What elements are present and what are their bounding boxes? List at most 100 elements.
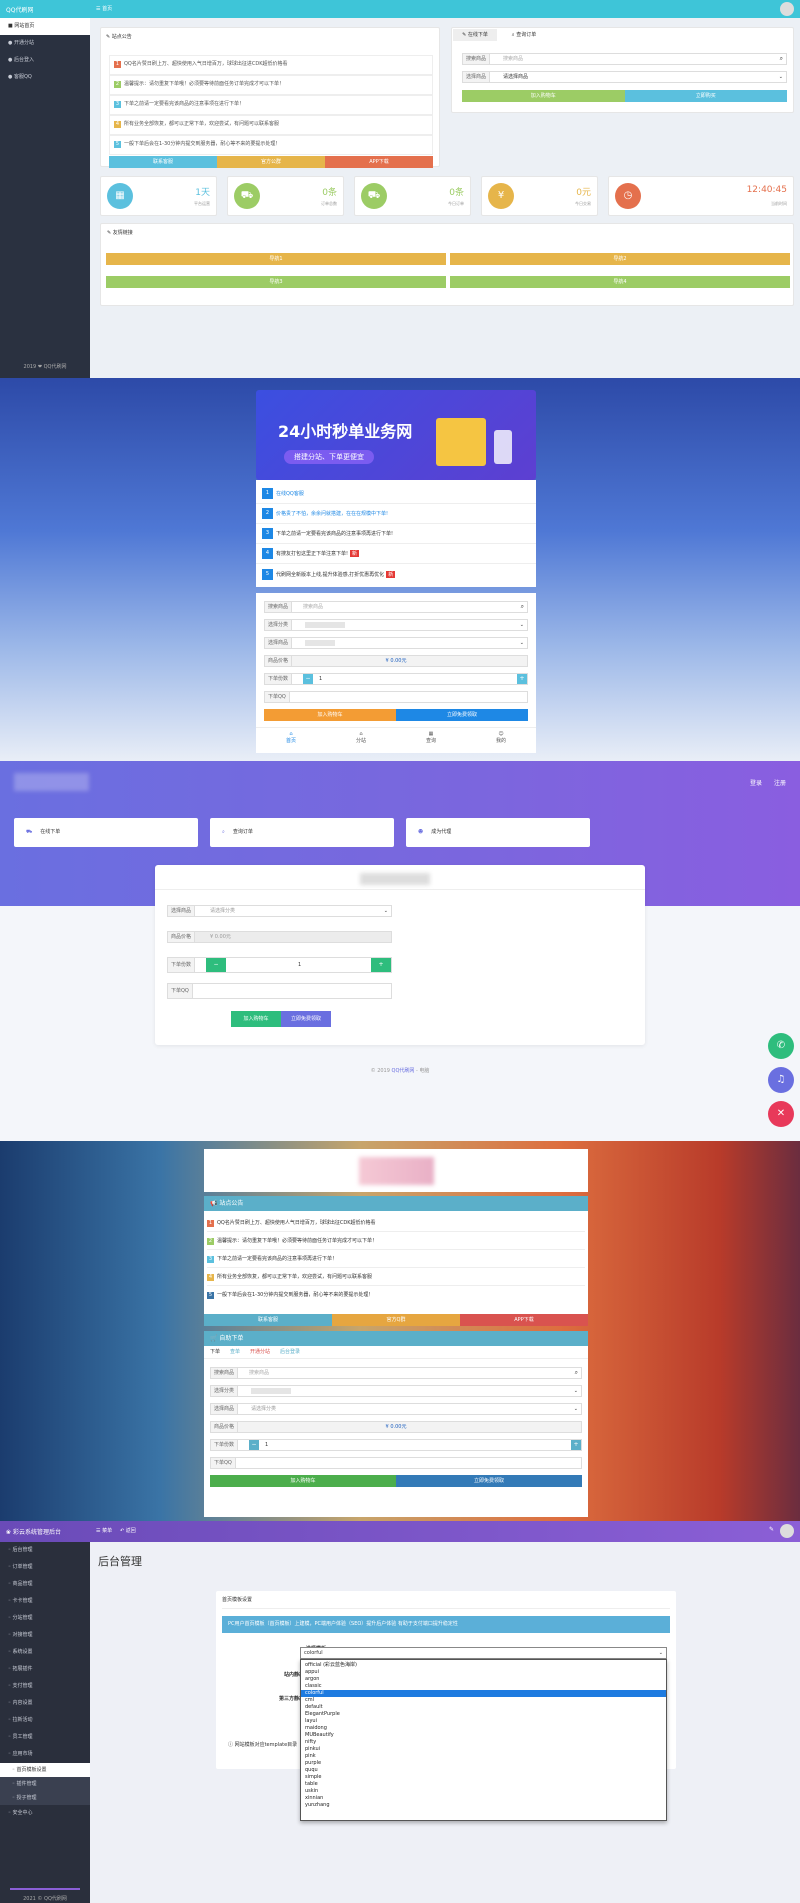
add-cart-button[interactable]: 加入购物车 — [210, 1475, 396, 1487]
template-option[interactable]: MUBeautify — [301, 1732, 666, 1739]
sidebar-item-login[interactable]: ● 后台登入 — [0, 52, 90, 69]
category-select[interactable] — [305, 622, 345, 628]
template-option[interactable]: nifty — [301, 1739, 666, 1746]
bell-float-icon[interactable]: ♫ — [768, 1067, 794, 1093]
footer-link[interactable]: QQ代刷网 — [392, 1068, 415, 1074]
sidebar-item[interactable]: ◦ 安全中心 — [0, 1805, 90, 1822]
nav-site[interactable]: ⌂ 分站 — [326, 728, 396, 749]
app-download-button[interactable]: APP下载 — [325, 156, 433, 168]
official-group-button[interactable]: 官方公群 — [217, 156, 325, 168]
contact-service-button[interactable]: 联系客服 — [204, 1314, 332, 1326]
site-logo[interactable] — [359, 1157, 434, 1185]
template-option[interactable]: layui — [301, 1718, 666, 1725]
menu-toggle[interactable]: ☰ 菜单 — [96, 1527, 112, 1534]
template-option[interactable]: classic — [301, 1683, 666, 1690]
link-button-1[interactable]: 导航1 — [106, 253, 446, 265]
official-group-button[interactable]: 官方Q群 — [332, 1314, 460, 1326]
search-input[interactable]: 搜索商品 — [503, 54, 523, 64]
sidebar-item-open-site[interactable]: ● 开通分站 — [0, 35, 90, 52]
category-select[interactable] — [251, 1388, 291, 1394]
goods-select[interactable]: 请选择商品 — [503, 72, 528, 82]
minus-button[interactable]: − — [249, 1440, 259, 1450]
close-float-icon[interactable]: ✕ — [768, 1101, 794, 1127]
tab-open-site[interactable]: 开通分站 — [250, 1346, 270, 1358]
sidebar-item[interactable]: ◦ 插件管理 — [0, 1777, 90, 1791]
template-option[interactable]: appui — [301, 1669, 666, 1676]
sidebar-item[interactable]: ◦ 拉新活动 — [0, 1712, 90, 1729]
sidebar-item-qq[interactable]: ● 客服QQ — [0, 69, 90, 86]
sidebar-item[interactable]: ◦ 后台管理 — [0, 1542, 90, 1559]
template-option[interactable]: simple — [301, 1774, 666, 1781]
search-input[interactable]: 搜索商品 — [303, 602, 323, 612]
add-cart-button[interactable]: 加入购物车 — [264, 709, 396, 721]
add-cart-button[interactable]: 加入购物车 — [462, 90, 625, 102]
goods-select[interactable]: 请选择分类 — [251, 1404, 276, 1414]
buy-now-button[interactable]: 立即购买 — [624, 90, 787, 102]
template-option[interactable]: yunzhang — [301, 1802, 666, 1809]
sidebar-item[interactable]: ◦ 首页模板设置 — [0, 1763, 90, 1777]
plus-button[interactable]: + — [571, 1440, 581, 1450]
link-button-2[interactable]: 导航2 — [450, 253, 790, 265]
card-order[interactable]: ⛟ 在线下单 — [14, 818, 198, 847]
add-cart-button[interactable]: 加入购物车 — [231, 1011, 281, 1027]
menu-home-link[interactable]: ☰ 首页 — [96, 5, 112, 12]
template-option[interactable]: pinkui — [301, 1746, 666, 1753]
goods-select[interactable] — [305, 640, 335, 646]
search-input[interactable]: 搜索商品 — [249, 1368, 269, 1378]
quantity-input[interactable]: 1 — [265, 1440, 268, 1450]
sidebar-item[interactable]: ◦ 支付管理 — [0, 1678, 90, 1695]
avatar[interactable] — [780, 2, 794, 16]
template-option[interactable]: table — [301, 1781, 666, 1788]
login-link[interactable]: 登录 — [750, 778, 762, 787]
site-logo[interactable]: QQ代刷网 — [6, 5, 33, 14]
nav-mine[interactable]: ☺ 我的 — [466, 728, 536, 749]
sidebar-item[interactable]: ◦ 员工管理 — [0, 1729, 90, 1746]
back-link[interactable]: ↶ 返回 — [120, 1527, 136, 1534]
minus-button[interactable]: − — [303, 674, 313, 684]
template-option[interactable]: pink — [301, 1753, 666, 1760]
goods-select[interactable]: 请选择分类 — [210, 906, 235, 916]
quantity-input[interactable]: 1 — [298, 958, 301, 972]
minus-button[interactable]: − — [206, 958, 226, 972]
sidebar-item[interactable]: ◦ 系统设置 — [0, 1644, 90, 1661]
template-option[interactable]: uskin — [301, 1788, 666, 1795]
avatar[interactable] — [780, 1524, 794, 1538]
template-option[interactable]: argon — [301, 1676, 666, 1683]
tab-query[interactable]: ⌕ 查询订单 — [502, 29, 546, 41]
qq-float-icon[interactable]: ✆ — [768, 1033, 794, 1059]
site-logo[interactable] — [14, 773, 89, 791]
free-claim-button[interactable]: 立即免费领取 — [281, 1011, 331, 1027]
tab-order[interactable]: 下单 — [210, 1346, 220, 1358]
search-icon[interactable]: ⌕ — [521, 602, 524, 612]
link-button-4[interactable]: 导航4 — [450, 276, 790, 288]
nav-query[interactable]: ▦ 查询 — [396, 728, 466, 749]
template-option[interactable]: official (彩云蓝色海岸) — [301, 1662, 666, 1669]
template-option[interactable]: default — [301, 1704, 666, 1711]
template-option[interactable]: cml — [301, 1697, 666, 1704]
template-option[interactable]: colorful — [301, 1690, 666, 1697]
search-icon[interactable]: ⌕ — [575, 1368, 578, 1378]
edit-icon[interactable]: ✎ — [769, 1526, 774, 1533]
register-link[interactable]: 注册 — [774, 778, 786, 787]
sidebar-item[interactable]: ◦ 内容设置 — [0, 1695, 90, 1712]
template-option[interactable]: maidong — [301, 1725, 666, 1732]
template-select[interactable]: colorful ⌄ — [300, 1647, 667, 1659]
template-option[interactable]: ElegantPurple — [301, 1711, 666, 1718]
card-agent[interactable]: ☻ 成为代理 — [406, 818, 590, 847]
sidebar-item[interactable]: ◦ 应用市场 — [0, 1746, 90, 1763]
sidebar-item[interactable]: ◦ 分站管理 — [0, 1610, 90, 1627]
sidebar-item[interactable]: ◦ 商品管理 — [0, 1576, 90, 1593]
contact-service-button[interactable]: 联系客服 — [109, 156, 217, 168]
sidebar-item[interactable]: ◦ 授子管理 — [0, 1791, 90, 1805]
quantity-input[interactable]: 1 — [319, 674, 322, 684]
nav-home[interactable]: ⌂ 首页 — [256, 728, 326, 749]
tab-order[interactable]: ✎ 在线下单 — [453, 29, 497, 41]
template-option[interactable]: ququ — [301, 1767, 666, 1774]
plus-button[interactable]: + — [371, 958, 391, 972]
sidebar-item[interactable]: ◦ 拓展插件 — [0, 1661, 90, 1678]
link-button-3[interactable]: 导航3 — [106, 276, 446, 288]
sidebar-item-home[interactable]: ■ 网站首页 — [0, 18, 90, 35]
tab-admin-login[interactable]: 后台登录 — [280, 1346, 300, 1358]
sidebar-item[interactable]: ◦ 订单管理 — [0, 1559, 90, 1576]
template-option[interactable]: purple — [301, 1760, 666, 1767]
